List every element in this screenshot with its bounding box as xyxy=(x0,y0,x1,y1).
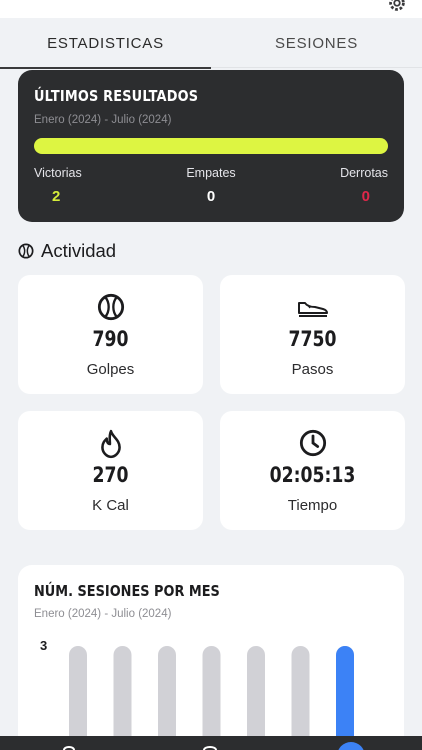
tile-golpes[interactable]: 790 Golpes xyxy=(18,275,203,394)
clock-icon xyxy=(299,429,326,457)
tile-tiempo[interactable]: 02:05:13 Tiempo xyxy=(220,411,405,530)
tab-sesiones[interactable]: SESIONES xyxy=(211,18,422,69)
nav-stats-icon[interactable] xyxy=(202,744,218,750)
tile-label: Golpes xyxy=(86,361,135,378)
tile-value: 7750 xyxy=(288,327,337,351)
sessions-chart-card: NÚM. SESIONES POR MES Enero (2024) - Jul… xyxy=(18,565,404,750)
tile-label: Pasos xyxy=(291,361,334,378)
active-tab-indicator xyxy=(0,67,211,69)
bar-track xyxy=(158,646,176,750)
results-progress-fill xyxy=(34,138,388,154)
tab-estadisticas[interactable]: ESTADISTICAS xyxy=(0,18,211,69)
results-progress-bar xyxy=(34,138,388,154)
flame-icon xyxy=(100,429,121,459)
bar-track xyxy=(291,646,310,750)
bar-track xyxy=(113,646,132,750)
tile-kcal[interactable]: 270 K Cal xyxy=(18,411,203,530)
tile-value: 02:05:13 xyxy=(269,463,356,487)
tile-label: Tiempo xyxy=(287,497,338,514)
sessions-bar-chart xyxy=(69,646,354,750)
tile-label: K Cal xyxy=(92,497,129,514)
results-period: Enero (2024) - Julio (2024) xyxy=(34,114,172,126)
stat-derrotas: Derrotas 0 xyxy=(340,166,388,205)
nav-home-icon[interactable] xyxy=(62,744,76,750)
tile-value: 790 xyxy=(92,327,129,351)
y-tick-label: 3 xyxy=(40,638,48,653)
activity-title: Actividad xyxy=(41,240,117,261)
sneaker-icon xyxy=(297,302,328,317)
results-title: ÚLTIMOS RESULTADOS xyxy=(34,87,199,105)
results-card: ÚLTIMOS RESULTADOS Enero (2024) - Julio … xyxy=(18,70,404,222)
stat-label: Derrotas xyxy=(340,166,388,180)
tab-divider xyxy=(211,67,422,68)
tile-value: 270 xyxy=(92,463,129,487)
tennis-ball-icon xyxy=(18,243,34,259)
bar-track xyxy=(69,646,87,750)
bar-track xyxy=(247,646,265,750)
bar-track xyxy=(202,646,221,750)
gear-icon[interactable] xyxy=(386,0,408,14)
tennis-ball-icon xyxy=(97,293,124,321)
bar[interactable] xyxy=(336,646,354,750)
tab-bar: ESTADISTICAS SESIONES xyxy=(0,18,422,69)
tile-pasos[interactable]: 7750 Pasos xyxy=(220,275,405,394)
stat-value: 0 xyxy=(361,188,370,205)
top-bar xyxy=(0,0,422,18)
activity-heading: Actividad xyxy=(18,240,116,262)
